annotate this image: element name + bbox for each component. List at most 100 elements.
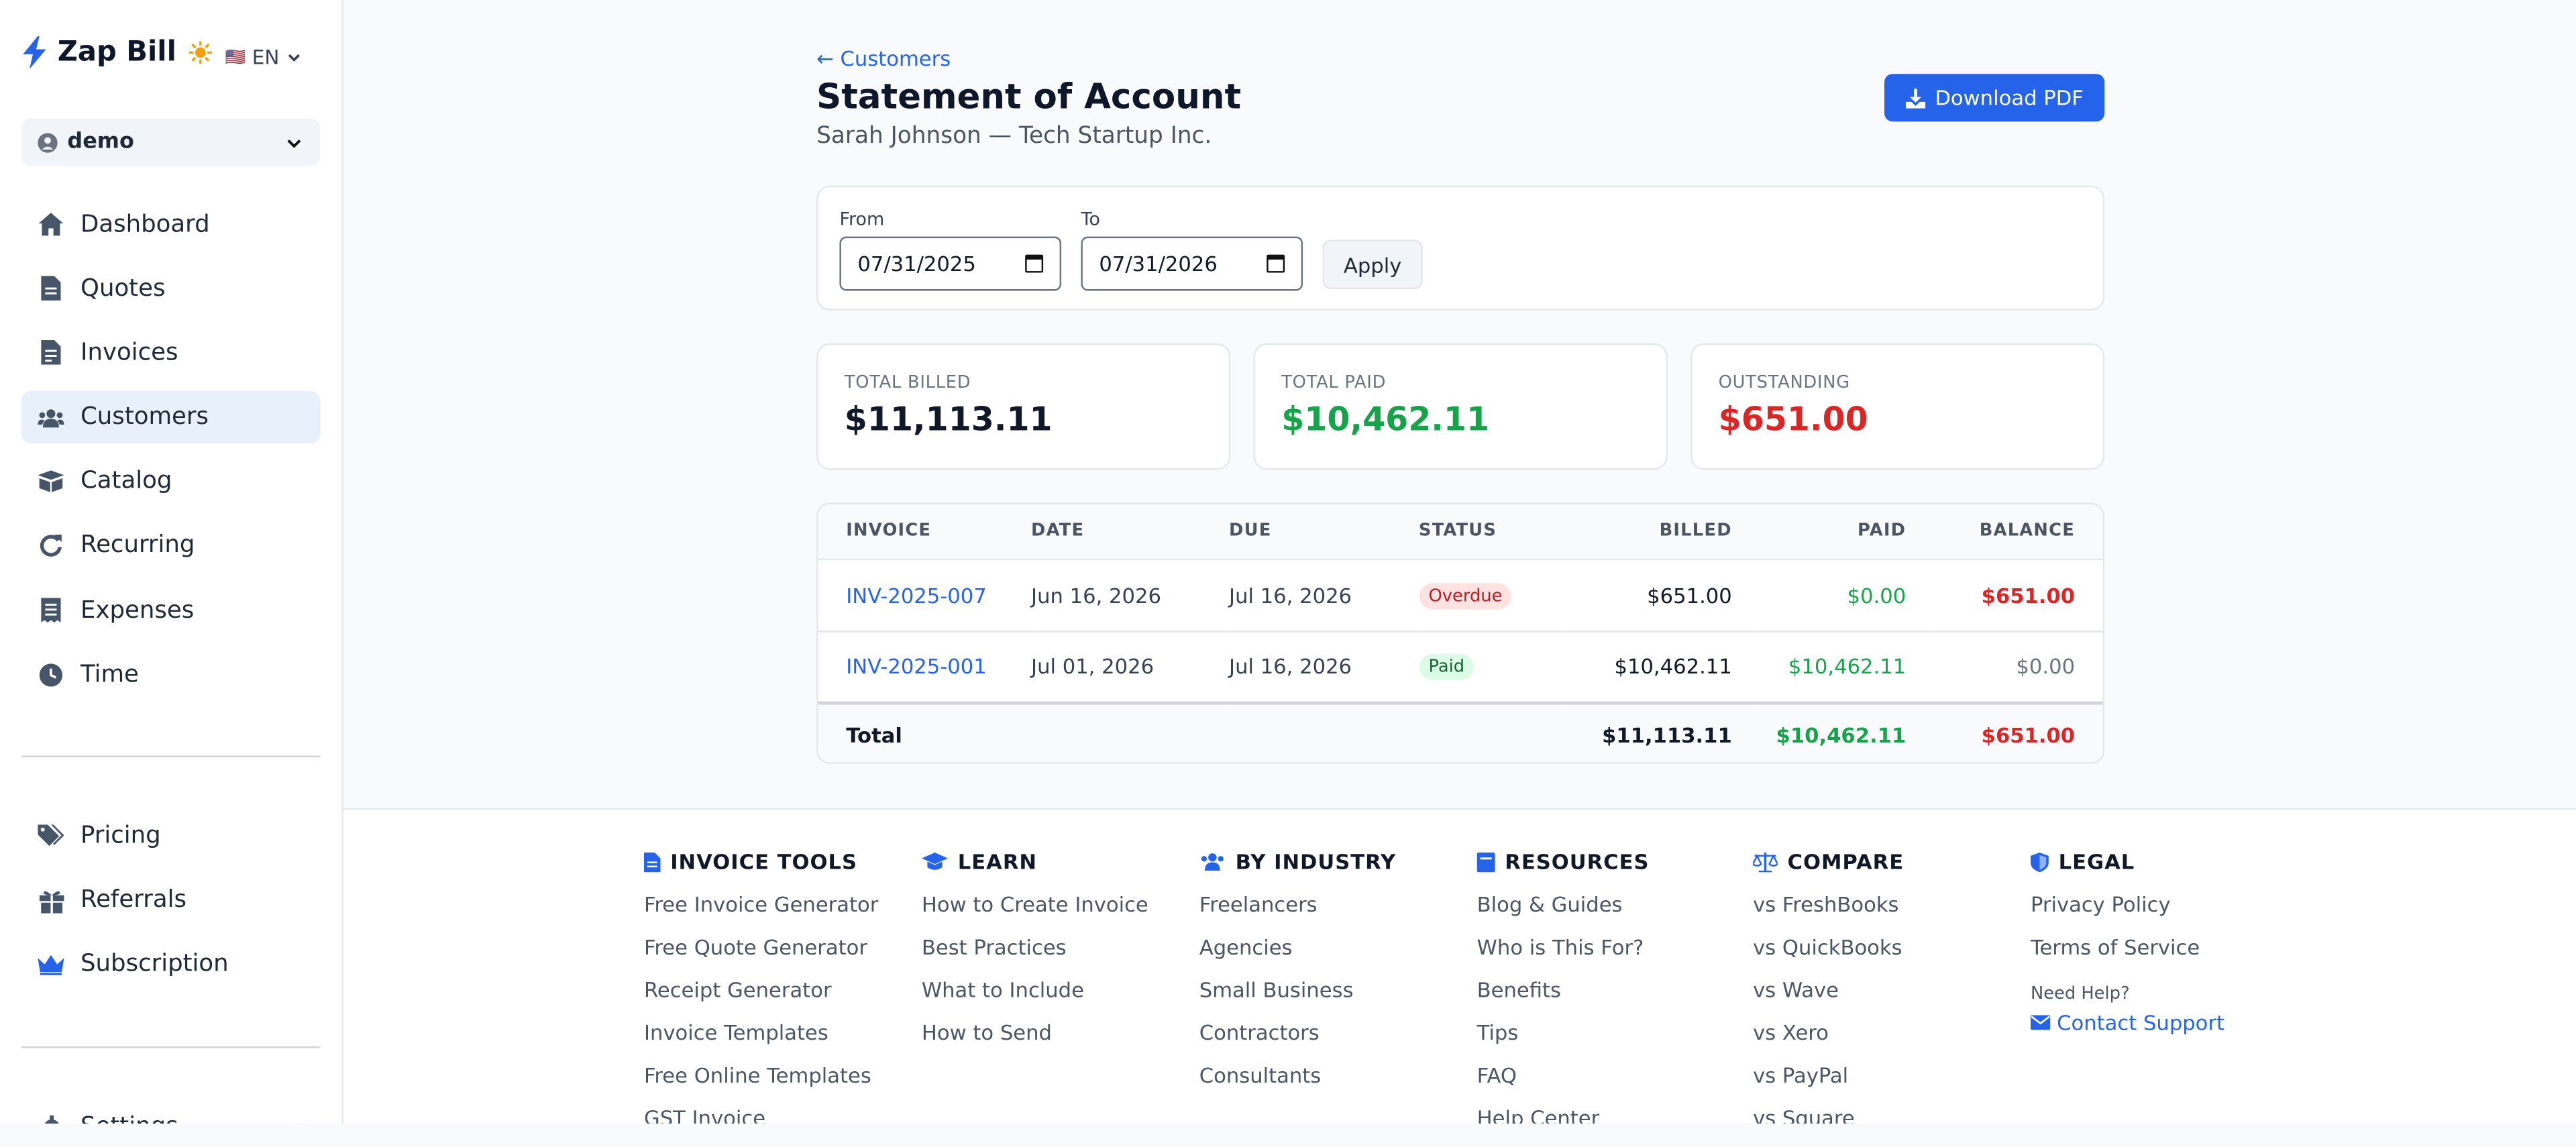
invoice-link[interactable]: INV-2025-007 — [846, 582, 987, 607]
footer-link[interactable]: Consultants — [1199, 1063, 1396, 1106]
footer-link[interactable]: Help Center — [1477, 1105, 1650, 1124]
column-header-billed: BILLED — [1566, 504, 1760, 559]
stat-value: $11,113.11 — [844, 399, 1053, 439]
site-footer: INVOICE TOOLS Free Invoice Generator Fre… — [343, 808, 2576, 1124]
to-label: To — [1081, 209, 1100, 230]
footer-link[interactable]: Benefits — [1477, 977, 1650, 1020]
footer-heading: LEARN — [957, 849, 1037, 874]
footer-link[interactable]: Privacy Policy — [2031, 892, 2224, 935]
column-header-status: STATUS — [1418, 504, 1566, 559]
footer-heading: INVOICE TOOLS — [670, 849, 858, 874]
footer-link[interactable]: Receipt Generator — [644, 977, 878, 1020]
from-date-value: 07/31/2025 — [857, 251, 976, 276]
cell-balance: $0.00 — [2016, 654, 2076, 679]
footer-link[interactable]: Agencies — [1199, 934, 1396, 977]
stat-value: $651.00 — [1718, 399, 1868, 439]
cell-date: Jun 16, 2026 — [1031, 582, 1161, 607]
footer-link[interactable]: Who is This For? — [1477, 934, 1650, 977]
contact-support-label: Contact Support — [2057, 1010, 2225, 1035]
envelope-icon — [2030, 1015, 2051, 1030]
book-icon — [1477, 851, 1495, 872]
to-date-input[interactable]: 07/31/2026 — [1081, 236, 1303, 291]
table-total-row: Total $11,113.11 $10,462.11 $651.00 — [818, 703, 2103, 763]
footer-column-resources: RESOURCES Blog & Guides Who is This For?… — [1477, 849, 1650, 1124]
footer-link[interactable]: vs Square — [1753, 1105, 1904, 1124]
footer-link[interactable]: What to Include — [922, 977, 1148, 1020]
footer-link[interactable]: vs QuickBooks — [1753, 934, 1904, 977]
footer-link[interactable]: vs PayPal — [1753, 1063, 1904, 1106]
column-header-date: DATE — [1031, 504, 1230, 559]
footer-heading: RESOURCES — [1505, 849, 1650, 874]
stat-outstanding: OUTSTANDING $651.00 — [1690, 343, 2105, 470]
status-badge: Paid — [1418, 654, 1474, 681]
date-filter-card: From 07/31/2025 To 07/31/2026 Apply — [816, 185, 2105, 311]
apply-button[interactable]: Apply — [1322, 239, 1423, 290]
cell-billed: $651.00 — [1647, 582, 1732, 607]
from-label: From — [839, 209, 885, 230]
back-to-customers-link[interactable]: ← Customers — [816, 46, 951, 71]
column-header-balance: BALANCE — [1933, 504, 2103, 559]
footer-link[interactable]: Blog & Guides — [1477, 892, 1650, 935]
column-header-paid: PAID — [1760, 504, 1934, 559]
cell-due: Jul 16, 2026 — [1229, 582, 1352, 607]
total-billed: $11,113.11 — [1602, 722, 1732, 747]
footer-link[interactable]: Free Online Templates — [644, 1063, 878, 1106]
shield-icon — [2030, 851, 2049, 872]
contact-support-link[interactable]: Contact Support — [2030, 1010, 2225, 1035]
cell-due: Jul 16, 2026 — [1229, 654, 1352, 679]
footer-link[interactable]: Free Quote Generator — [644, 934, 878, 977]
to-date-value: 07/31/2026 — [1099, 251, 1218, 276]
download-pdf-label: Download PDF — [1935, 85, 2084, 111]
calendar-icon[interactable] — [1025, 254, 1044, 273]
page-subtitle: Sarah Johnson — Tech Startup Inc. — [816, 123, 1212, 150]
footer-link[interactable]: Invoice Templates — [644, 1020, 878, 1063]
invoice-link[interactable]: INV-2025-001 — [846, 654, 987, 679]
stat-total-paid: TOTAL PAID $10,462.11 — [1253, 343, 1668, 470]
footer-column-learn: LEARN How to Create Invoice Best Practic… — [921, 849, 1148, 1063]
footer-heading: BY INDUSTRY — [1235, 849, 1397, 874]
total-paid: $10,462.11 — [1776, 722, 1907, 747]
statement-table-card: INVOICE DATE DUE STATUS BILLED PAID BALA… — [816, 502, 2105, 764]
stat-label: TOTAL PAID — [1281, 372, 1387, 393]
table-header-row: INVOICE DATE DUE STATUS BILLED PAID BALA… — [818, 504, 2103, 559]
footer-link[interactable]: Small Business — [1199, 977, 1396, 1020]
footer-link[interactable]: Free Invoice Generator — [644, 892, 878, 935]
footer-heading: COMPARE — [1787, 849, 1904, 874]
calendar-icon[interactable] — [1267, 254, 1285, 273]
footer-link[interactable]: FAQ — [1477, 1063, 1650, 1106]
download-pdf-button[interactable]: Download PDF — [1884, 74, 2105, 122]
table-row: INV-2025-001 Jul 01, 2026 Jul 16, 2026 P… — [818, 631, 2103, 703]
users-icon — [1201, 853, 1224, 871]
graduation-cap-icon — [921, 851, 949, 869]
footer-link[interactable]: Freelancers — [1199, 892, 1396, 935]
footer-link[interactable]: Best Practices — [922, 934, 1148, 977]
footer-link[interactable]: Terms of Service — [2031, 934, 2224, 977]
footer-link[interactable]: How to Create Invoice — [922, 892, 1148, 935]
cell-paid: $0.00 — [1847, 582, 1907, 607]
footer-link[interactable]: Contractors — [1199, 1020, 1396, 1063]
column-header-invoice: INVOICE — [818, 504, 1032, 559]
file-icon — [644, 851, 661, 872]
footer-link[interactable]: vs FreshBooks — [1753, 892, 1904, 935]
cell-date: Jul 01, 2026 — [1031, 654, 1155, 679]
footer-link[interactable]: vs Xero — [1753, 1020, 1904, 1063]
footer-link[interactable]: vs Wave — [1753, 977, 1904, 1020]
scale-icon — [1753, 851, 1778, 872]
status-badge: Overdue — [1418, 582, 1513, 609]
stat-label: OUTSTANDING — [1718, 372, 1850, 393]
main-content: ← Customers Statement of Account Sarah J… — [343, 0, 2576, 808]
footer-column-legal: LEGAL Privacy Policy Terms of Service Ne… — [2030, 849, 2225, 1035]
footer-link[interactable]: How to Send — [922, 1020, 1148, 1063]
statement-table: INVOICE DATE DUE STATUS BILLED PAID BALA… — [818, 504, 2103, 763]
total-label: Total — [846, 722, 902, 747]
footer-link[interactable]: GST Invoice — [644, 1105, 878, 1124]
from-date-input[interactable]: 07/31/2025 — [839, 236, 1062, 291]
cell-billed: $10,462.11 — [1614, 654, 1732, 679]
total-balance: $651.00 — [1981, 722, 2076, 747]
footer-link[interactable]: Tips — [1477, 1020, 1650, 1063]
stat-total-billed: TOTAL BILLED $11,113.11 — [816, 343, 1231, 470]
footer-column-invoice-tools: INVOICE TOOLS Free Invoice Generator Fre… — [644, 849, 878, 1124]
table-row: INV-2025-007 Jun 16, 2026 Jul 16, 2026 O… — [818, 559, 2103, 631]
column-header-due: DUE — [1229, 504, 1419, 559]
cell-balance: $651.00 — [1981, 582, 2076, 607]
